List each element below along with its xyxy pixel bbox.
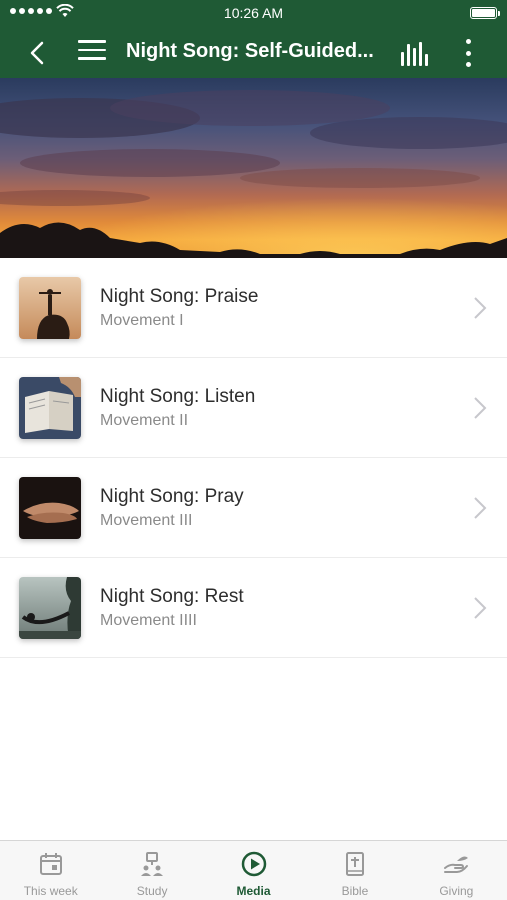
calendar-icon (39, 853, 62, 875)
track-thumbnail (19, 477, 81, 539)
chevron-right-icon (474, 597, 487, 619)
list-item[interactable]: Night Song: Rest Movement IIII (0, 558, 507, 658)
tab-label: This week (23, 884, 78, 898)
play-circle-icon (241, 851, 266, 877)
track-title: Night Song: Rest (100, 586, 244, 607)
hero-sunset-image (0, 78, 507, 258)
audio-equalizer-icon[interactable] (401, 40, 431, 66)
status-time: 10:26 AM (223, 5, 284, 21)
track-title: Night Song: Pray (100, 486, 244, 507)
status-bar: 10:26 AM (0, 0, 507, 26)
chevron-right-icon (474, 397, 487, 419)
tab-media[interactable]: Media (203, 841, 304, 900)
track-title: Night Song: Praise (100, 286, 259, 307)
list-item[interactable]: Night Song: Pray Movement III (0, 458, 507, 558)
track-subtitle: Movement I (100, 312, 184, 329)
track-thumbnail (19, 277, 81, 339)
track-subtitle: Movement II (100, 412, 189, 429)
tab-label: Study (136, 884, 168, 898)
study-group-icon (141, 852, 164, 876)
track-thumbnail (19, 577, 81, 639)
tab-bible[interactable]: Bible (304, 841, 405, 900)
track-thumbnail (19, 377, 81, 439)
nav-bar: Night Song: Self-Guided... (0, 26, 507, 78)
list-item[interactable]: Night Song: Praise Movement I (0, 258, 507, 358)
chevron-right-icon (474, 497, 487, 519)
giving-hand-icon (444, 856, 469, 873)
tab-label: Bible (341, 884, 369, 898)
tab-label: Giving (439, 884, 474, 898)
chevron-right-icon (474, 297, 487, 319)
track-title: Night Song: Listen (100, 386, 256, 407)
tab-this-week[interactable]: This week (0, 841, 101, 900)
list-item[interactable]: Night Song: Listen Movement II (0, 358, 507, 458)
tab-giving[interactable]: Giving (406, 841, 507, 900)
tab-bar: This week Study Media Bible Giving (0, 840, 507, 900)
track-list: Night Song: Praise Movement I Night Song… (0, 258, 507, 658)
back-arrow-icon[interactable] (24, 39, 52, 67)
bible-icon (345, 852, 364, 876)
track-subtitle: Movement IIII (100, 612, 197, 629)
tab-label: Media (236, 884, 271, 898)
hamburger-menu-icon[interactable] (78, 40, 108, 66)
battery-icon (470, 7, 500, 19)
more-options-icon[interactable] (462, 39, 474, 67)
track-subtitle: Movement III (100, 512, 193, 529)
tab-study[interactable]: Study (101, 841, 202, 900)
page-title: Night Song: Self-Guided... (126, 40, 374, 62)
